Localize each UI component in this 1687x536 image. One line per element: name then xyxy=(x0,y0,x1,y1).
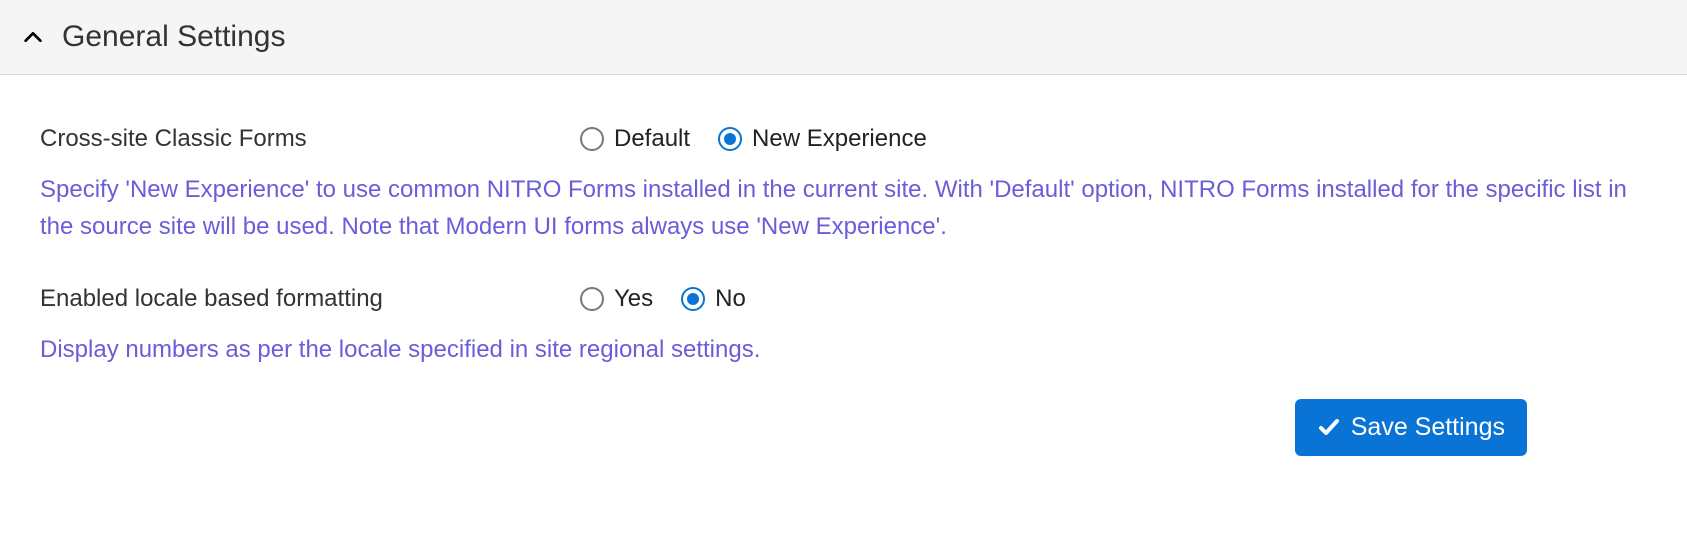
options-cross-site: Default New Experience xyxy=(580,125,927,153)
radio-locale-yes[interactable]: Yes xyxy=(580,285,653,313)
radio-locale-no[interactable]: No xyxy=(681,285,746,313)
check-icon xyxy=(1317,415,1341,439)
radio-icon xyxy=(580,127,604,151)
chevron-up-icon xyxy=(22,26,44,48)
setting-label-cross-site: Cross-site Classic Forms xyxy=(40,125,580,153)
help-text-locale-formatting: Display numbers as per the locale specif… xyxy=(40,331,1647,368)
radio-label: New Experience xyxy=(752,125,927,153)
radio-icon xyxy=(718,127,742,151)
radio-label: Default xyxy=(614,125,690,153)
radio-cross-site-default[interactable]: Default xyxy=(580,125,690,153)
setting-label-locale-formatting: Enabled locale based formatting xyxy=(40,285,580,313)
radio-icon xyxy=(580,287,604,311)
save-button-label: Save Settings xyxy=(1351,413,1505,442)
panel-header-general-settings[interactable]: General Settings xyxy=(0,0,1687,75)
options-locale-formatting: Yes No xyxy=(580,285,746,313)
radio-label: Yes xyxy=(614,285,653,313)
radio-cross-site-new-experience[interactable]: New Experience xyxy=(718,125,927,153)
panel-title: General Settings xyxy=(62,20,285,54)
save-settings-button[interactable]: Save Settings xyxy=(1295,399,1527,456)
button-row: Save Settings xyxy=(40,399,1647,456)
setting-row-cross-site: Cross-site Classic Forms Default New Exp… xyxy=(40,125,1647,153)
panel-body: Cross-site Classic Forms Default New Exp… xyxy=(0,75,1687,486)
radio-icon xyxy=(681,287,705,311)
setting-row-locale-formatting: Enabled locale based formatting Yes No xyxy=(40,285,1647,313)
help-text-cross-site: Specify 'New Experience' to use common N… xyxy=(40,171,1647,245)
radio-label: No xyxy=(715,285,746,313)
